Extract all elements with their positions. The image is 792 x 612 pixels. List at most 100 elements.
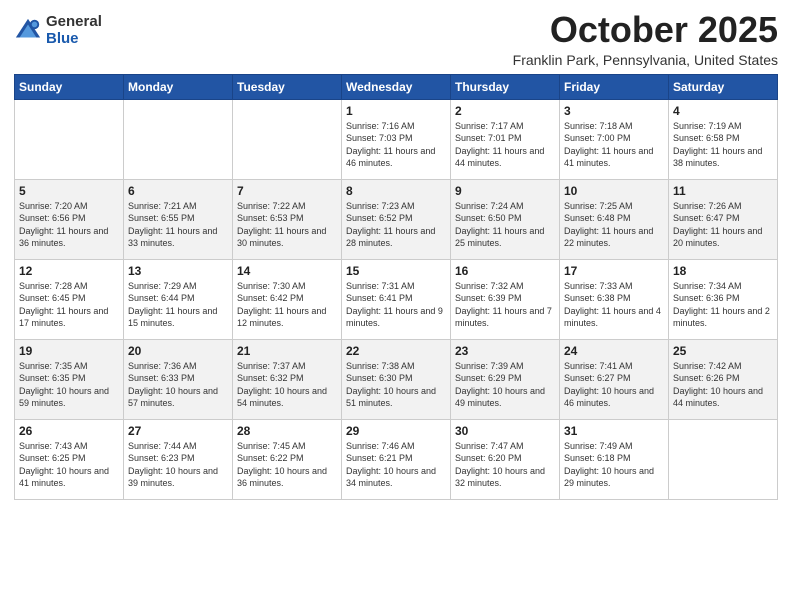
calendar-cell: 14Sunrise: 7:30 AM Sunset: 6:42 PM Dayli… xyxy=(233,259,342,339)
day-number: 16 xyxy=(455,264,555,278)
calendar-cell: 16 Sunrise: 7:32 AM Sunset: 6:39 PM Dayli… xyxy=(451,259,560,339)
day-number: 1 xyxy=(346,104,446,118)
week-row-3: 12Sunrise: 7:28 AM Sunset: 6:45 PM Dayli… xyxy=(15,259,778,339)
cell-info: Sunrise: 7:16 AM Sunset: 7:03 PM Dayligh… xyxy=(346,120,446,170)
day-number: 18 xyxy=(673,264,773,278)
calendar-cell: 15 Sunrise: 7:31 AM Sunset: 6:41 PM Dayli… xyxy=(342,259,451,339)
day-number: 7 xyxy=(237,184,337,198)
day-number: 28 xyxy=(237,424,337,438)
calendar-cell: 4Sunrise: 7:19 AM Sunset: 6:58 PM Daylig… xyxy=(669,99,778,179)
week-row-1: 1 Sunrise: 7:16 AM Sunset: 7:03 PM Daylig… xyxy=(15,99,778,179)
cell-info: Sunrise: 7:32 AM Sunset: 6:39 PM Dayligh… xyxy=(455,280,555,330)
cell-info: Sunrise: 7:37 AM Sunset: 6:32 PM Dayligh… xyxy=(237,360,337,410)
cell-info: Sunrise: 7:28 AM Sunset: 6:45 PM Dayligh… xyxy=(19,280,119,330)
day-number: 5 xyxy=(19,184,119,198)
location-subtitle: Franklin Park, Pennsylvania, United Stat… xyxy=(513,52,778,68)
calendar-cell: 19Sunrise: 7:35 AM Sunset: 6:35 PM Dayli… xyxy=(15,339,124,419)
day-number: 17 xyxy=(564,264,664,278)
calendar-cell: 11 Sunrise: 7:26 AM Sunset: 6:47 PM Dayli… xyxy=(669,179,778,259)
month-title: October 2025 xyxy=(513,10,778,50)
day-number: 19 xyxy=(19,344,119,358)
day-number: 10 xyxy=(564,184,664,198)
calendar-cell: 7 Sunrise: 7:22 AM Sunset: 6:53 PM Daylig… xyxy=(233,179,342,259)
header: General Blue October 2025 Franklin Park,… xyxy=(14,10,778,68)
col-saturday: Saturday xyxy=(669,74,778,99)
cell-info: Sunrise: 7:25 AM Sunset: 6:48 PM Dayligh… xyxy=(564,200,664,250)
cell-info: Sunrise: 7:30 AM Sunset: 6:42 PM Dayligh… xyxy=(237,280,337,330)
logo-icon xyxy=(14,17,42,45)
calendar-body: 1 Sunrise: 7:16 AM Sunset: 7:03 PM Daylig… xyxy=(15,99,778,499)
calendar-cell: 20 Sunrise: 7:36 AM Sunset: 6:33 PM Dayli… xyxy=(124,339,233,419)
header-row: Sunday Monday Tuesday Wednesday Thursday… xyxy=(15,74,778,99)
calendar-cell: 1 Sunrise: 7:16 AM Sunset: 7:03 PM Daylig… xyxy=(342,99,451,179)
cell-info: Sunrise: 7:42 AM Sunset: 6:26 PM Dayligh… xyxy=(673,360,773,410)
day-number: 26 xyxy=(19,424,119,438)
day-number: 20 xyxy=(128,344,228,358)
col-thursday: Thursday xyxy=(451,74,560,99)
cell-info: Sunrise: 7:21 AM Sunset: 6:55 PM Dayligh… xyxy=(128,200,228,250)
cell-info: Sunrise: 7:29 AM Sunset: 6:44 PM Dayligh… xyxy=(128,280,228,330)
day-number: 2 xyxy=(455,104,555,118)
calendar-cell: 2 Sunrise: 7:17 AM Sunset: 7:01 PM Daylig… xyxy=(451,99,560,179)
day-number: 24 xyxy=(564,344,664,358)
day-number: 29 xyxy=(346,424,446,438)
cell-info: Sunrise: 7:36 AM Sunset: 6:33 PM Dayligh… xyxy=(128,360,228,410)
cell-info: Sunrise: 7:45 AM Sunset: 6:22 PM Dayligh… xyxy=(237,440,337,490)
calendar-cell: 22 Sunrise: 7:38 AM Sunset: 6:30 PM Dayli… xyxy=(342,339,451,419)
cell-info: Sunrise: 7:43 AM Sunset: 6:25 PM Dayligh… xyxy=(19,440,119,490)
calendar-cell: 27 Sunrise: 7:44 AM Sunset: 6:23 PM Dayli… xyxy=(124,419,233,499)
cell-info: Sunrise: 7:31 AM Sunset: 6:41 PM Dayligh… xyxy=(346,280,446,330)
cell-info: Sunrise: 7:39 AM Sunset: 6:29 PM Dayligh… xyxy=(455,360,555,410)
cell-info: Sunrise: 7:22 AM Sunset: 6:53 PM Dayligh… xyxy=(237,200,337,250)
calendar-cell: 12Sunrise: 7:28 AM Sunset: 6:45 PM Dayli… xyxy=(15,259,124,339)
calendar-cell: 30Sunrise: 7:47 AM Sunset: 6:20 PM Dayli… xyxy=(451,419,560,499)
cell-info: Sunrise: 7:23 AM Sunset: 6:52 PM Dayligh… xyxy=(346,200,446,250)
cell-info: Sunrise: 7:18 AM Sunset: 7:00 PM Dayligh… xyxy=(564,120,664,170)
calendar-cell: 8 Sunrise: 7:23 AM Sunset: 6:52 PM Daylig… xyxy=(342,179,451,259)
cell-info: Sunrise: 7:26 AM Sunset: 6:47 PM Dayligh… xyxy=(673,200,773,250)
title-block: October 2025 Franklin Park, Pennsylvania… xyxy=(513,10,778,68)
day-number: 27 xyxy=(128,424,228,438)
calendar-cell xyxy=(233,99,342,179)
cell-info: Sunrise: 7:19 AM Sunset: 6:58 PM Dayligh… xyxy=(673,120,773,170)
week-row-5: 26 Sunrise: 7:43 AM Sunset: 6:25 PM Dayli… xyxy=(15,419,778,499)
cell-info: Sunrise: 7:41 AM Sunset: 6:27 PM Dayligh… xyxy=(564,360,664,410)
calendar-cell: 28 Sunrise: 7:45 AM Sunset: 6:22 PM Dayli… xyxy=(233,419,342,499)
calendar-cell: 9Sunrise: 7:24 AM Sunset: 6:50 PM Daylig… xyxy=(451,179,560,259)
day-number: 25 xyxy=(673,344,773,358)
cell-info: Sunrise: 7:33 AM Sunset: 6:38 PM Dayligh… xyxy=(564,280,664,330)
cell-info: Sunrise: 7:34 AM Sunset: 6:36 PM Dayligh… xyxy=(673,280,773,330)
cell-info: Sunrise: 7:38 AM Sunset: 6:30 PM Dayligh… xyxy=(346,360,446,410)
calendar-cell: 18 Sunrise: 7:34 AM Sunset: 6:36 PM Dayli… xyxy=(669,259,778,339)
calendar-cell xyxy=(15,99,124,179)
day-number: 8 xyxy=(346,184,446,198)
calendar-cell: 21 Sunrise: 7:37 AM Sunset: 6:32 PM Dayli… xyxy=(233,339,342,419)
day-number: 3 xyxy=(564,104,664,118)
day-number: 6 xyxy=(128,184,228,198)
calendar-cell: 23Sunrise: 7:39 AM Sunset: 6:29 PM Dayli… xyxy=(451,339,560,419)
col-sunday: Sunday xyxy=(15,74,124,99)
calendar-cell: 29Sunrise: 7:46 AM Sunset: 6:21 PM Dayli… xyxy=(342,419,451,499)
page-container: General Blue October 2025 Franklin Park,… xyxy=(0,0,792,514)
col-tuesday: Tuesday xyxy=(233,74,342,99)
cell-info: Sunrise: 7:20 AM Sunset: 6:56 PM Dayligh… xyxy=(19,200,119,250)
week-row-2: 5 Sunrise: 7:20 AM Sunset: 6:56 PM Daylig… xyxy=(15,179,778,259)
calendar-header: Sunday Monday Tuesday Wednesday Thursday… xyxy=(15,74,778,99)
calendar-cell: 31Sunrise: 7:49 AM Sunset: 6:18 PM Dayli… xyxy=(560,419,669,499)
day-number: 13 xyxy=(128,264,228,278)
calendar-cell: 17 Sunrise: 7:33 AM Sunset: 6:38 PM Dayli… xyxy=(560,259,669,339)
day-number: 21 xyxy=(237,344,337,358)
col-friday: Friday xyxy=(560,74,669,99)
calendar-cell: 24 Sunrise: 7:41 AM Sunset: 6:27 PM Dayli… xyxy=(560,339,669,419)
cell-info: Sunrise: 7:44 AM Sunset: 6:23 PM Dayligh… xyxy=(128,440,228,490)
day-number: 11 xyxy=(673,184,773,198)
cell-info: Sunrise: 7:47 AM Sunset: 6:20 PM Dayligh… xyxy=(455,440,555,490)
calendar-cell: 13 Sunrise: 7:29 AM Sunset: 6:44 PM Dayli… xyxy=(124,259,233,339)
day-number: 9 xyxy=(455,184,555,198)
calendar-cell xyxy=(669,419,778,499)
day-number: 22 xyxy=(346,344,446,358)
calendar-cell: 26 Sunrise: 7:43 AM Sunset: 6:25 PM Dayli… xyxy=(15,419,124,499)
logo-text: General Blue xyxy=(46,14,102,47)
day-number: 15 xyxy=(346,264,446,278)
cell-info: Sunrise: 7:17 AM Sunset: 7:01 PM Dayligh… xyxy=(455,120,555,170)
